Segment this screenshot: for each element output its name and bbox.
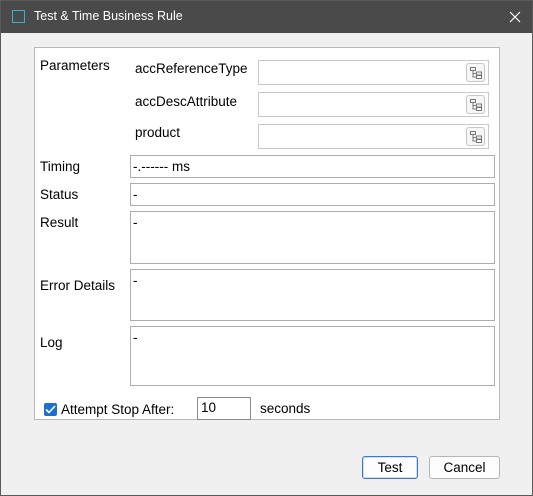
param-field-accdescattribute[interactable]	[258, 92, 489, 117]
param-label-product: product	[135, 125, 181, 140]
param-label-accreferencetype: accReferenceType	[135, 61, 248, 76]
tree-picker-button[interactable]	[466, 127, 485, 146]
param-field-product[interactable]	[258, 124, 489, 149]
close-icon	[509, 11, 521, 23]
param-field-accreferencetype[interactable]	[258, 60, 489, 85]
parameters-section-label: Parameters	[40, 58, 110, 73]
tree-picker-button[interactable]	[466, 95, 485, 114]
status-field[interactable]: -	[130, 183, 495, 206]
result-field[interactable]: -	[130, 211, 495, 264]
attempt-stop-seconds-input[interactable]: 10	[197, 397, 251, 420]
tree-icon	[470, 67, 482, 79]
rule-test-panel: Parameters accReferenceType accDescAttri…	[34, 47, 500, 420]
tree-picker-button[interactable]	[466, 63, 485, 82]
attempt-stop-checkbox[interactable]	[44, 403, 57, 416]
log-field[interactable]: -	[130, 326, 495, 386]
checkmark-icon	[45, 405, 56, 414]
dialog-window: Test & Time Business Rule Parameters acc…	[0, 0, 533, 496]
timing-label: Timing	[40, 159, 81, 174]
tree-icon	[470, 99, 482, 111]
error-details-label: Error Details	[40, 278, 116, 293]
seconds-unit-label: seconds	[260, 401, 311, 416]
title-bar[interactable]: Test & Time Business Rule	[1, 1, 532, 33]
param-label-accdescattribute: accDescAttribute	[135, 94, 238, 109]
timing-field[interactable]: -.------ ms	[130, 155, 495, 178]
error-details-field[interactable]: -	[130, 269, 495, 321]
close-button[interactable]	[498, 1, 532, 33]
cancel-button[interactable]: Cancel	[429, 456, 500, 479]
result-label: Result	[40, 215, 79, 230]
status-label: Status	[40, 187, 79, 202]
window-app-icon	[12, 10, 25, 23]
window-title: Test & Time Business Rule	[34, 9, 183, 23]
test-button[interactable]: Test	[362, 456, 418, 479]
tree-icon	[470, 131, 482, 143]
log-label: Log	[40, 335, 63, 350]
attempt-stop-label[interactable]: Attempt Stop After:	[61, 402, 174, 417]
